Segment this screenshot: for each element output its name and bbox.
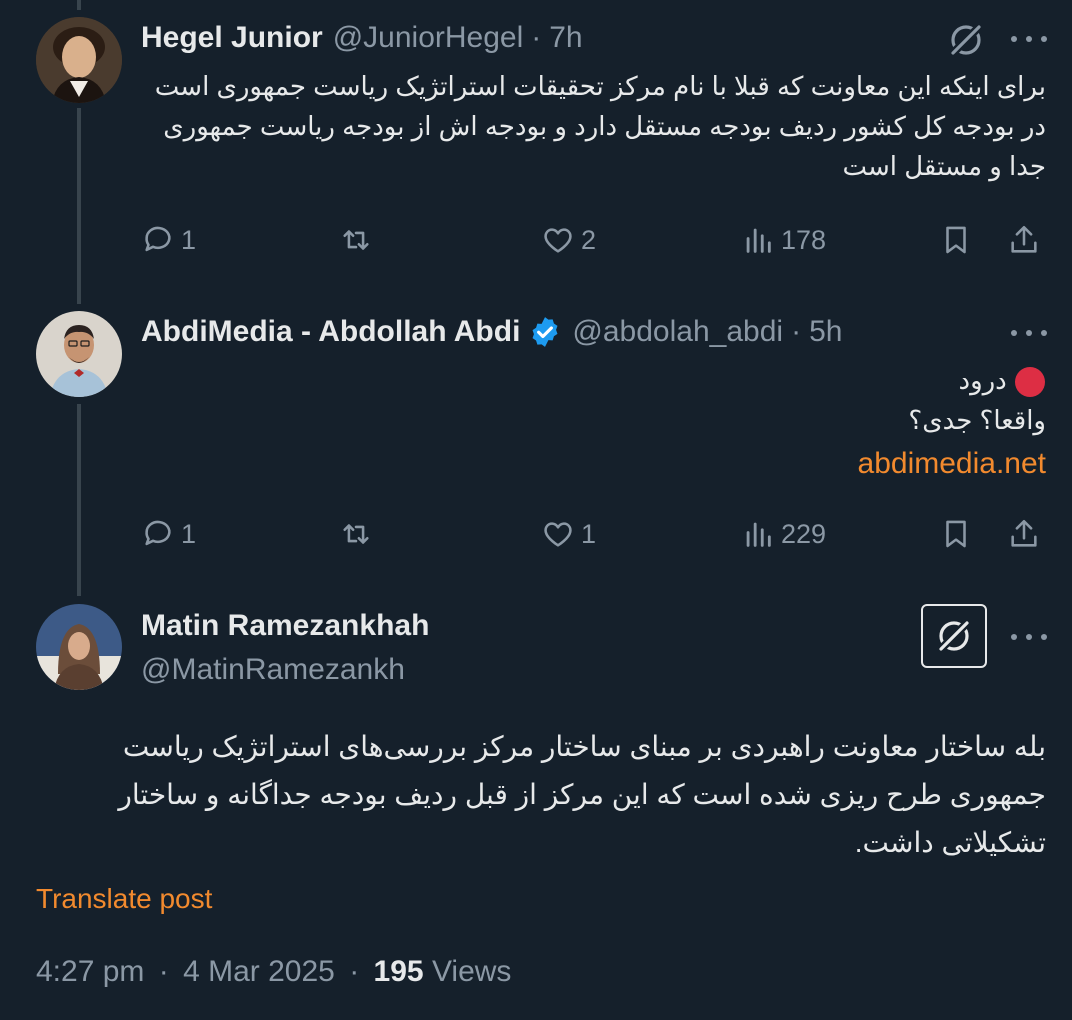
- share-button[interactable]: [1007, 512, 1041, 556]
- more-options-button[interactable]: [1007, 318, 1051, 348]
- reply-count: 1: [181, 518, 197, 549]
- timestamp[interactable]: 5h: [809, 315, 842, 349]
- separator-dot: ·: [531, 21, 542, 54]
- dot-icon: [1026, 36, 1032, 42]
- grok-icon[interactable]: [946, 20, 986, 60]
- conversation-thread: Hegel Junior @JuniorHegel · 7h برای اینک…: [0, 0, 1072, 1020]
- man-avatar-icon: [36, 311, 122, 397]
- post-date[interactable]: 4 Mar 2025: [183, 955, 335, 988]
- repost-button[interactable]: [339, 512, 379, 556]
- dot-icon: [1041, 330, 1047, 336]
- views-label: Views: [431, 955, 512, 988]
- verified-badge-icon[interactable]: [528, 315, 562, 349]
- more-options-button[interactable]: [1007, 622, 1051, 652]
- tweet-header: Hegel Junior @JuniorHegel · 7h: [141, 18, 583, 58]
- more-options-button[interactable]: [1007, 24, 1051, 54]
- heart-icon: [544, 228, 572, 253]
- translate-post-link[interactable]: Translate post: [36, 883, 212, 915]
- tweet-actions: 1 1 229: [141, 512, 1046, 556]
- grok-button[interactable]: [921, 604, 987, 668]
- tweet-actions: 1 2 178: [141, 218, 1046, 262]
- reply-count: 1: [181, 224, 197, 255]
- main-tweet-text: بله ساختار معاونت راهبردی بر مبنای ساختا…: [36, 723, 1046, 867]
- tweet-text-line: بله ساختار معاونت راهبردی بر مبنای ساختا…: [122, 731, 1046, 762]
- main-tweet-handle-line: @MatinRamezankh: [141, 650, 405, 690]
- tweet-link-line: abdimedia.net: [141, 440, 1046, 488]
- grok-icon: [937, 619, 971, 653]
- tweet-text-line: جمهوری طرح ریزی شده است که این مرکز از ق…: [118, 779, 1046, 810]
- tweet-text-line: درود: [141, 360, 1046, 400]
- tweet-text-line: تشکیلاتی داشت.: [854, 827, 1046, 858]
- portrait-avatar-icon: [36, 17, 122, 103]
- reply-icon: [145, 520, 171, 546]
- thread-line-top: [77, 0, 81, 10]
- bookmark-button[interactable]: [939, 218, 973, 262]
- analytics-icon: [746, 522, 771, 547]
- dot-icon: [1026, 634, 1032, 640]
- tweet-text: برای اینکه این معاونت که قبلا با نام مرک…: [141, 66, 1046, 186]
- dot-icon: [1011, 634, 1017, 640]
- dot-icon: [1011, 330, 1017, 336]
- tweet-header: AbdiMedia - Abdollah Abdi @abdolah_abdi …: [141, 312, 842, 352]
- share-button[interactable]: [1007, 218, 1041, 262]
- separator-dot: ·: [158, 955, 169, 988]
- views-button[interactable]: 229: [741, 512, 826, 556]
- tweet-text-line: واقعا؟ جدی؟: [908, 405, 1046, 435]
- bookmark-icon: [946, 520, 966, 548]
- analytics-icon: [746, 228, 771, 253]
- dot-icon: [1041, 634, 1047, 640]
- views-count: 195: [373, 955, 424, 988]
- handle[interactable]: @abdolah_abdi: [572, 315, 783, 349]
- tweet-text: درود واقعا؟ جدی؟ abdimedia.net: [141, 360, 1046, 488]
- tweet-text-line: برای اینکه این معاونت که قبلا با نام مرک…: [154, 71, 1046, 101]
- separator-dot: ·: [349, 955, 360, 988]
- bookmark-icon: [946, 226, 966, 254]
- timestamp[interactable]: 7h: [549, 21, 582, 55]
- thread-line-2: [77, 404, 81, 596]
- display-name[interactable]: Hegel Junior: [141, 21, 323, 55]
- like-count: 2: [581, 224, 597, 255]
- avatar[interactable]: [36, 17, 122, 103]
- red-circle-icon: [1015, 367, 1045, 398]
- repost-button[interactable]: [339, 218, 379, 262]
- view-count: 178: [781, 224, 827, 255]
- dot-icon: [1011, 36, 1017, 42]
- display-name[interactable]: AbdiMedia - Abdollah Abdi: [141, 315, 520, 349]
- bookmark-button[interactable]: [939, 512, 973, 556]
- reply-icon: [145, 226, 171, 252]
- tweet-meta: 4:27 pm · 4 Mar 2025 · 195 Views: [36, 955, 511, 989]
- view-count: 229: [781, 518, 827, 549]
- tweet-text-line: در بودجه کل کشور ردیف بودجه مستقل دارد و…: [163, 111, 1046, 141]
- reply-button[interactable]: 1: [141, 512, 196, 556]
- post-time[interactable]: 4:27 pm: [36, 955, 144, 988]
- dot-icon: [1041, 36, 1047, 42]
- display-name[interactable]: Matin Ramezankhah: [141, 609, 429, 643]
- thread-line-1: [77, 108, 81, 304]
- dot-icon: [1026, 330, 1032, 336]
- heart-icon: [544, 522, 572, 547]
- handle[interactable]: @MatinRamezankh: [141, 653, 405, 687]
- main-tweet-name-line: Matin Ramezankhah: [141, 606, 429, 646]
- views-button[interactable]: 178: [741, 218, 826, 262]
- greeting-text: درود: [958, 365, 1007, 395]
- avatar[interactable]: [36, 604, 122, 690]
- external-link[interactable]: abdimedia.net: [858, 447, 1046, 480]
- repost-icon: [343, 524, 369, 544]
- avatar[interactable]: [36, 311, 122, 397]
- woman-avatar-icon: [36, 604, 122, 690]
- handle[interactable]: @JuniorHegel: [333, 21, 524, 55]
- share-icon: [1011, 519, 1037, 547]
- like-button[interactable]: 1: [541, 512, 596, 556]
- share-icon: [1011, 225, 1037, 253]
- like-count: 1: [581, 518, 597, 549]
- reply-button[interactable]: 1: [141, 218, 196, 262]
- like-button[interactable]: 2: [541, 218, 596, 262]
- separator-dot: ·: [791, 315, 802, 348]
- repost-icon: [343, 230, 369, 250]
- tweet-text-line: جدا و مستقل است: [842, 151, 1046, 181]
